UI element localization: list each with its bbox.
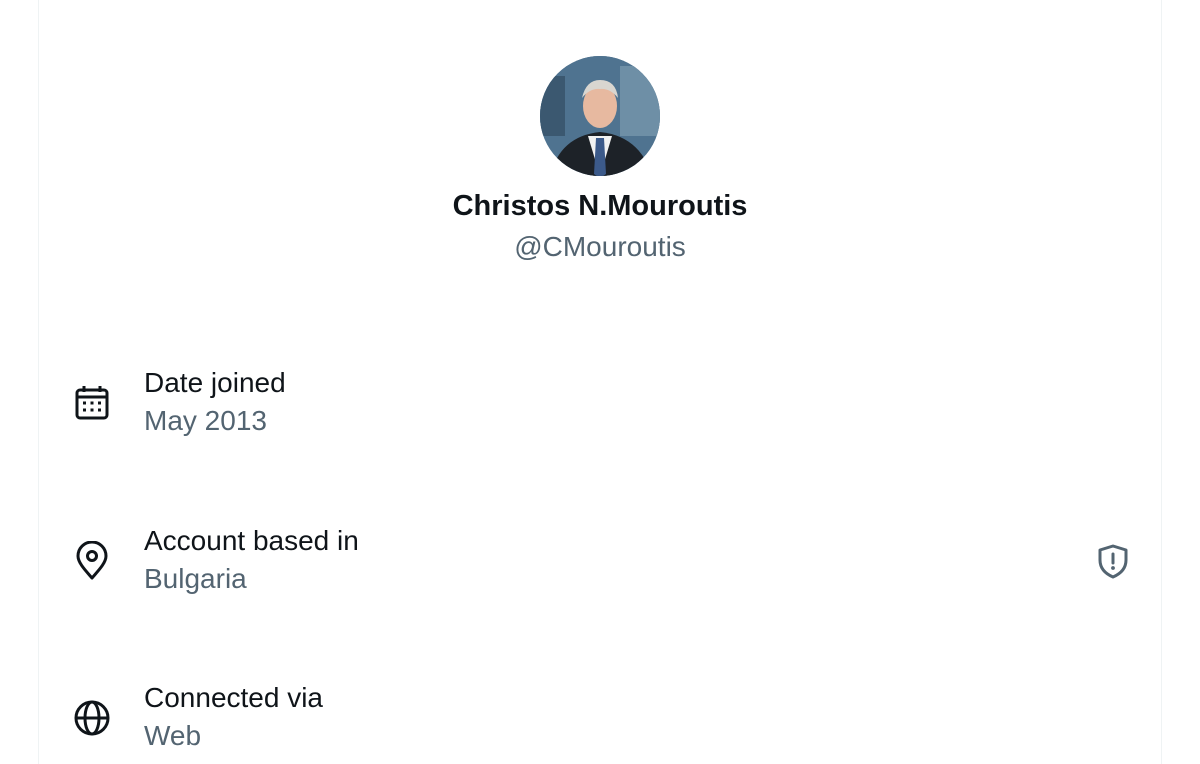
detail-value: Bulgaria <box>144 563 247 594</box>
location-pin-icon <box>72 540 112 581</box>
shield-alert-icon[interactable] <box>1094 542 1132 580</box>
detail-value: Web <box>144 720 202 751</box>
detail-row-date-joined: Date joined May 2013 <box>0 367 1200 447</box>
detail-label: Account based in <box>144 525 359 556</box>
avatar[interactable] <box>540 56 660 176</box>
globe-icon <box>72 698 112 738</box>
user-handle: @CMouroutis <box>514 231 686 262</box>
detail-row-account-based-in: Account based in Bulgaria <box>0 525 1200 605</box>
calendar-icon <box>72 383 112 423</box>
detail-label: Connected via <box>144 682 324 713</box>
detail-row-connected-via: Connected via Web <box>0 682 1200 762</box>
detail-value: May 2013 <box>144 405 267 436</box>
detail-label: Date joined <box>144 367 286 398</box>
display-name: Christos N.Mouroutis <box>452 190 748 222</box>
